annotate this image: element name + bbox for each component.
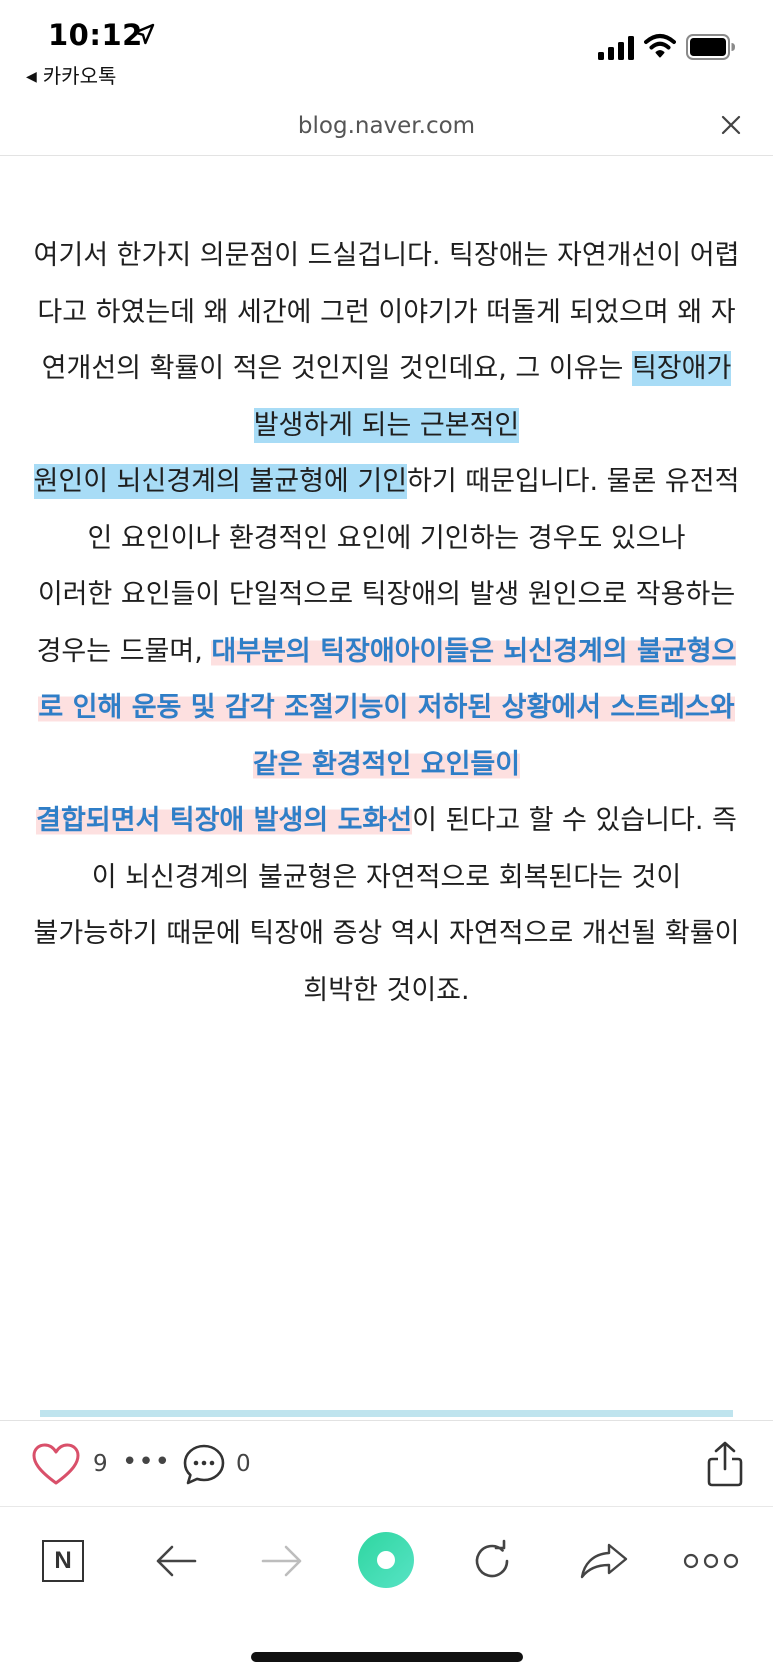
article-text: 불가능하기 때문에 틱장애 증상 역시 자연적으로 개선될 확률이 희박한 것이… xyxy=(33,918,740,1006)
forward-button[interactable] xyxy=(254,1533,310,1589)
article-paragraph-5: 불가능하기 때문에 틱장애 증상 역시 자연적으로 개선될 확률이 희박한 것이… xyxy=(30,906,743,1019)
green-dot-icon xyxy=(358,1532,414,1588)
share-icon[interactable] xyxy=(706,1441,744,1487)
back-button[interactable] xyxy=(148,1533,204,1589)
like-count: 9 xyxy=(93,1451,108,1477)
more-options-dots[interactable]: ••• xyxy=(122,1447,171,1477)
heart-icon[interactable] xyxy=(32,1443,80,1487)
more-menu-button[interactable] xyxy=(680,1533,742,1589)
url-bar: blog.naver.com xyxy=(0,95,773,156)
back-triangle-icon: ◀ xyxy=(26,69,37,85)
arrow-left-icon xyxy=(156,1545,197,1577)
naver-home-button[interactable]: N xyxy=(40,1533,86,1589)
close-icon[interactable] xyxy=(715,109,747,141)
article-paragraph-4: 결합되면서 틱장애 발생의 도화선이 된다고 할 수 있습니다. 즉 이 뇌신경… xyxy=(30,793,743,906)
share-forward-button[interactable] xyxy=(574,1533,634,1589)
browser-nav-bar: N xyxy=(0,1506,773,1674)
blue-highlight-text: 원인이 뇌신경계의 불균형에 기인 xyxy=(33,464,408,499)
share-arrow-icon xyxy=(580,1543,628,1579)
status-bar: 10:12 ◀ 카카오톡 xyxy=(0,0,773,95)
section-divider xyxy=(40,1410,733,1417)
emphasis-highlight-text: 결합되면서 틱장애 발생의 도화선 xyxy=(36,805,413,836)
back-to-app-link[interactable]: ◀ 카카오톡 xyxy=(26,60,116,89)
cellular-signal-icon xyxy=(598,36,634,60)
naver-n-icon: N xyxy=(42,1540,84,1582)
article-paragraph-2: 원인이 뇌신경계의 불균형에 기인하기 때문입니다. 물론 유전적인 요인이나 … xyxy=(30,454,743,567)
battery-icon xyxy=(686,34,735,60)
green-dot-button[interactable] xyxy=(356,1529,416,1591)
social-bar: 9 ••• 0 xyxy=(0,1420,773,1507)
comment-count: 0 xyxy=(236,1451,251,1477)
location-arrow-icon xyxy=(133,23,155,45)
article-body: 여기서 한가지 의문점이 드실겁니다. 틱장애는 자연개선이 어렵다고 하였는데… xyxy=(30,228,743,1019)
article-paragraph-3: 이러한 요인들이 단일적으로 틱장애의 발생 원인으로 작용하는 경우는 드물며… xyxy=(30,567,743,793)
article-paragraph-1: 여기서 한가지 의문점이 드실겁니다. 틱장애는 자연개선이 어렵다고 하였는데… xyxy=(30,228,743,454)
status-time: 10:12 xyxy=(48,18,143,52)
reload-icon xyxy=(475,1539,509,1578)
back-app-label: 카카오톡 xyxy=(42,64,117,88)
arrow-right-icon xyxy=(261,1545,302,1577)
wifi-icon xyxy=(644,34,676,58)
url-text: blog.naver.com xyxy=(297,113,476,139)
reload-button[interactable] xyxy=(464,1533,520,1589)
more-circles-icon xyxy=(683,1553,739,1569)
comment-icon[interactable] xyxy=(182,1443,226,1487)
home-indicator[interactable] xyxy=(251,1652,523,1662)
